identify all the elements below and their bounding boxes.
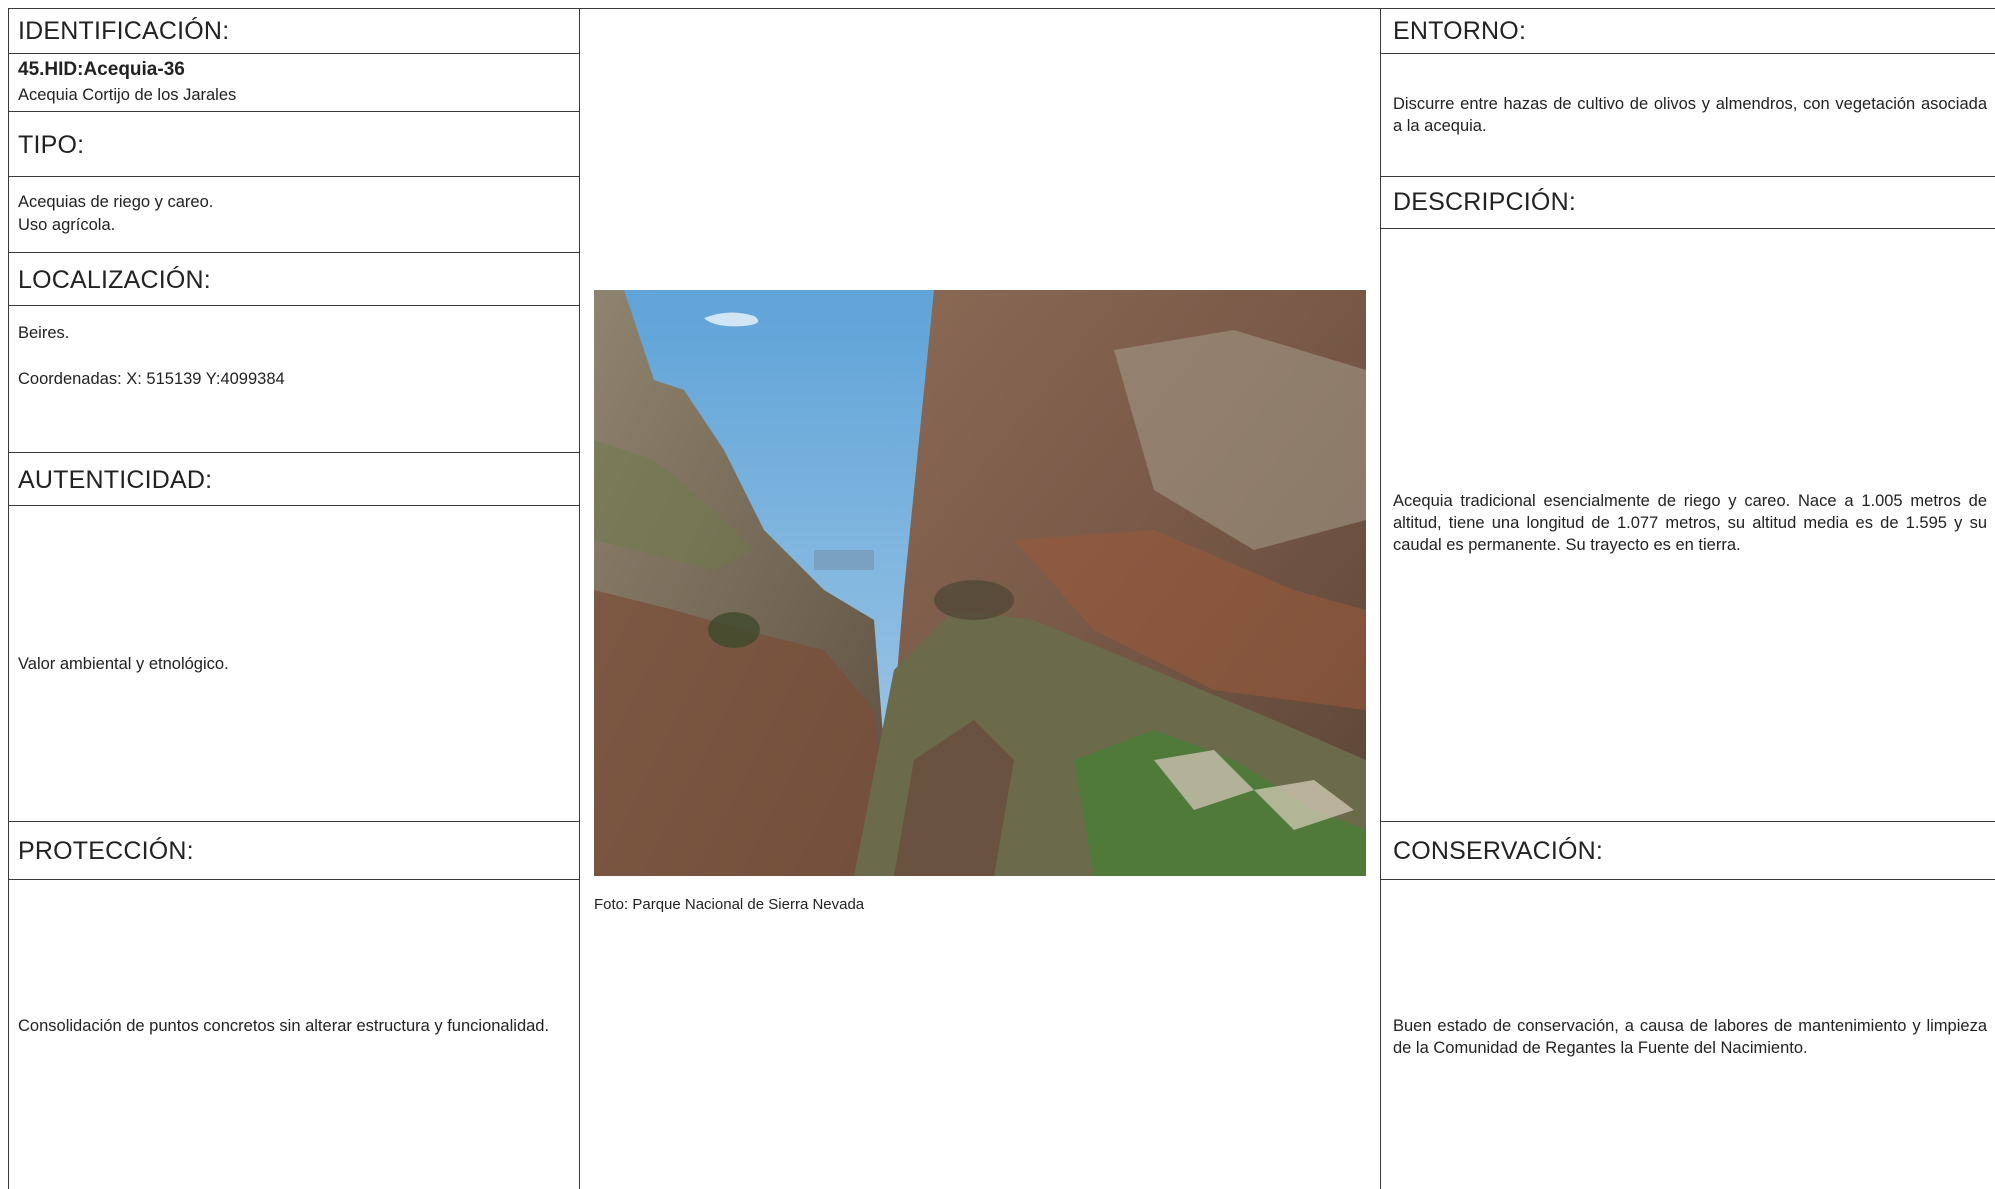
rule	[8, 252, 580, 253]
descripcion-text: Acequia tradicional esencialmente de rie…	[1393, 492, 1987, 554]
rule	[8, 879, 580, 880]
localizacion-place: Beires.	[18, 324, 70, 342]
autenticidad-heading: AUTENTICIDAD:	[18, 466, 213, 494]
proteccion-heading: PROTECCIÓN:	[18, 837, 194, 865]
autenticidad-text: Valor ambiental y etnológico.	[18, 655, 229, 673]
record-name: Acequia Cortijo de los Jarales	[18, 86, 237, 104]
rule	[1380, 176, 1995, 177]
record-code: 45.HID:Acequia-36	[18, 59, 185, 80]
right-column-divider	[1380, 8, 1381, 1189]
rule	[8, 452, 580, 453]
descripcion-heading: DESCRIPCIÓN:	[1393, 188, 1576, 216]
canyon-photo	[594, 290, 1366, 876]
rule	[1380, 228, 1995, 229]
rule	[1380, 53, 1995, 54]
conservacion-heading: CONSERVACIÓN:	[1393, 837, 1604, 865]
photo-caption: Foto: Parque Nacional de Sierra Nevada	[594, 896, 865, 913]
left-border	[8, 8, 9, 1189]
top-border	[8, 8, 1995, 9]
tipo-line-2: Uso agrícola.	[18, 216, 116, 234]
rule	[8, 821, 580, 822]
proteccion-text: Consolidación de puntos concretos sin al…	[18, 1017, 550, 1035]
tipo-line-1: Acequias de riego y careo.	[18, 193, 214, 211]
identificacion-heading: IDENTIFICACIÓN:	[18, 17, 230, 45]
conservacion-text: Buen estado de conservación, a causa de …	[1393, 1017, 1987, 1057]
rule	[1380, 821, 1995, 822]
localizacion-coords: Coordenadas: X: 515139 Y:4099384	[18, 370, 285, 388]
rule	[8, 53, 580, 54]
entorno-heading: ENTORNO:	[1393, 17, 1527, 45]
left-column-divider	[579, 8, 580, 1189]
entorno-text: Discurre entre hazas de cultivo de olivo…	[1393, 95, 1987, 135]
rule	[8, 505, 580, 506]
tipo-heading: TIPO:	[18, 131, 85, 159]
localizacion-heading: LOCALIZACIÓN:	[18, 266, 211, 294]
rule	[8, 305, 580, 306]
rule	[1380, 879, 1995, 880]
rule	[8, 111, 580, 112]
rule	[8, 176, 580, 177]
